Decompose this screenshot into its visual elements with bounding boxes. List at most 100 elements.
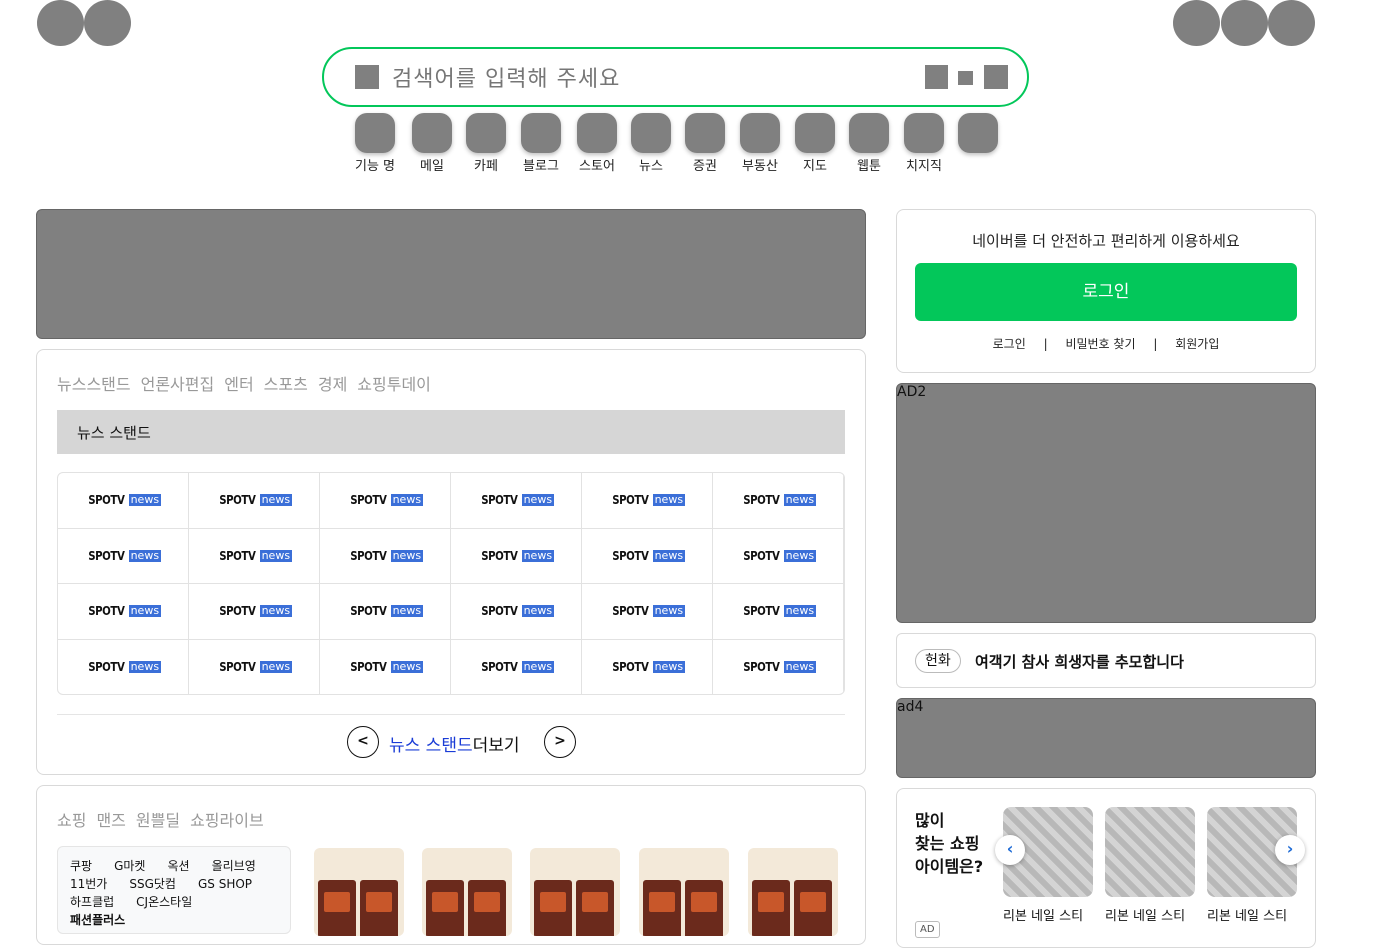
top-right-icon-2[interactable] (1221, 0, 1268, 46)
shortcut-label: 부동산 (742, 159, 778, 174)
tab[interactable]: 스포츠 (264, 375, 308, 394)
top-left-icon-1[interactable] (37, 0, 84, 46)
tab[interactable]: 경제 (318, 375, 347, 394)
shortcut-item[interactable]: 블로그 (511, 113, 571, 174)
shortcut-label: 뉴스 (639, 159, 663, 174)
search-submit-icon[interactable] (984, 65, 1008, 89)
login-link[interactable]: 로그인 (993, 337, 1026, 351)
press-logo-cell[interactable]: SPOTV news (320, 528, 451, 584)
press-logo-cell[interactable]: SPOTV news (451, 584, 582, 640)
press-logo-cell[interactable]: SPOTV news (451, 473, 582, 529)
tab[interactable]: 쇼핑 (57, 811, 86, 830)
newsstand-panel: 뉴스스탠드 언론사편집 엔터 스포츠 경제 쇼핑투데이 뉴스 스탠드 SPOTV news S… (36, 349, 866, 775)
popular-item[interactable]: 리본 네일 스티 (1207, 807, 1297, 924)
tab[interactable]: 뉴스스탠드 (57, 375, 131, 394)
signup-link[interactable]: 회원가입 (1175, 337, 1219, 351)
prev-page-button[interactable]: < (347, 726, 379, 758)
ad-banner-2[interactable]: AD2 (896, 383, 1316, 623)
shortcut-item[interactable]: 지도 (785, 113, 845, 174)
find-password-link[interactable]: 비밀번호 찾기 (1065, 337, 1135, 351)
shopping-mall-link[interactable]: SSG닷컴 (129, 875, 176, 893)
tab[interactable]: 원쁠딜 (136, 811, 180, 830)
shortcut-item[interactable]: 기능 명 (345, 113, 405, 174)
press-logo-cell[interactable]: SPOTV news (189, 473, 320, 529)
press-logo-cell[interactable]: SPOTV news (58, 473, 189, 529)
chevron-left-icon[interactable]: ‹ (995, 835, 1025, 865)
press-logo-cell[interactable]: SPOTV news (189, 528, 320, 584)
shopping-mall-link[interactable]: 올리브영 (212, 857, 256, 875)
shopping-mall-link[interactable]: 하프클럽 (70, 893, 114, 911)
press-logo-cell[interactable]: SPOTV news (320, 473, 451, 529)
press-logo-cell[interactable]: SPOTV news (582, 584, 713, 640)
press-logo-cell[interactable]: SPOTV news (713, 528, 844, 584)
search-input[interactable]: 검색어를 입력해 주세요 (392, 61, 620, 93)
keyboard-icon[interactable] (925, 65, 948, 89)
press-logo-name: SPOTV (350, 604, 387, 619)
press-logo-cell[interactable]: SPOTV news (58, 584, 189, 640)
press-logo-cell[interactable]: SPOTV news (582, 639, 713, 694)
shortcut-item[interactable]: 카페 (456, 113, 516, 174)
shortcut-item[interactable]: 스토어 (567, 113, 627, 174)
tab[interactable]: 엔터 (224, 375, 253, 394)
press-logo-cell[interactable]: SPOTV news (189, 584, 320, 640)
press-logo-cell[interactable]: SPOTV news (320, 584, 451, 640)
press-logo-cell[interactable]: SPOTV news (320, 639, 451, 694)
shortcut-icon (795, 113, 835, 153)
login-button[interactable]: 로그인 (915, 263, 1297, 321)
tab[interactable]: 쇼핑라이브 (190, 811, 264, 830)
notice-bar[interactable]: 헌화 여객기 참사 희생자를 추모합니다 (896, 633, 1316, 688)
press-logo-cell[interactable]: SPOTV news (582, 473, 713, 529)
shortcut-item[interactable]: 메일 (402, 113, 462, 174)
shopping-mall-link[interactable]: CJ온스타일 (136, 893, 192, 911)
product-thumbnail[interactable] (422, 848, 512, 936)
popular-item[interactable]: 리본 네일 스티 (1003, 807, 1093, 924)
shortcut-icon (355, 113, 395, 153)
shortcut-label: 카페 (474, 159, 498, 174)
newsstand-more-link[interactable]: 뉴스 스탠드더보기 (389, 731, 520, 756)
product-thumbnail[interactable] (748, 848, 838, 936)
top-right-icon-3[interactable] (1268, 0, 1315, 46)
shopping-mall-link[interactable]: G마켓 (114, 857, 145, 875)
press-logo-cell[interactable]: SPOTV news (58, 639, 189, 694)
shortcut-label: 메일 (420, 159, 444, 174)
press-logo-tag: news (259, 493, 293, 507)
more-link-text: 더보기 (472, 736, 520, 756)
press-logo-cell[interactable]: SPOTV news (58, 528, 189, 584)
popular-item[interactable]: 리본 네일 스티 (1105, 807, 1195, 924)
autocomplete-toggle-icon[interactable] (958, 71, 973, 85)
press-logo: SPOTV news (85, 660, 162, 674)
shopping-mall-link[interactable]: 쿠팡 (70, 857, 92, 875)
shortcut-item[interactable]: 증권 (675, 113, 735, 174)
top-left-icon-2[interactable] (84, 0, 131, 46)
product-thumbnail[interactable] (530, 848, 620, 936)
shortcut-item[interactable]: 치지직 (894, 113, 954, 174)
shopping-mall-link[interactable]: 11번가 (70, 875, 107, 893)
press-logo-cell[interactable]: SPOTV news (713, 473, 844, 529)
main-banner[interactable] (36, 209, 866, 339)
chevron-right-icon[interactable]: › (1275, 835, 1305, 865)
tab[interactable]: 쇼핑투데이 (357, 375, 431, 394)
shortcut-item[interactable]: 웹툰 (839, 113, 899, 174)
shortcut-item[interactable] (948, 113, 1008, 155)
ad-banner-4[interactable]: ad4 (896, 698, 1316, 778)
shopping-mall-link[interactable]: GS SHOP (198, 875, 252, 893)
tab[interactable]: 맨즈 (96, 811, 125, 830)
press-logo-cell[interactable]: SPOTV news (713, 584, 844, 640)
shortcut-item[interactable]: 부동산 (730, 113, 790, 174)
press-logo-cell[interactable]: SPOTV news (713, 639, 844, 694)
product-thumbnail[interactable] (314, 848, 404, 936)
product-thumbnail[interactable] (639, 848, 729, 936)
shortcut-icon (412, 113, 452, 153)
search-bar[interactable]: 검색어를 입력해 주세요 (322, 47, 1029, 107)
top-right-icon-1[interactable] (1173, 0, 1220, 46)
press-logo-cell[interactable]: SPOTV news (451, 639, 582, 694)
tab[interactable]: 언론사편집 (141, 375, 215, 394)
press-logo-cell[interactable]: SPOTV news (451, 528, 582, 584)
press-logo-cell[interactable]: SPOTV news (582, 528, 713, 584)
next-page-button[interactable]: > (544, 726, 576, 758)
shortcut-item[interactable]: 뉴스 (621, 113, 681, 174)
press-logo-cell[interactable]: SPOTV news (189, 639, 320, 694)
shopping-mall-link[interactable]: 옥션 (167, 857, 189, 875)
shopping-mall-link[interactable]: 패션플러스 (70, 911, 125, 929)
press-logo: SPOTV news (216, 604, 293, 618)
